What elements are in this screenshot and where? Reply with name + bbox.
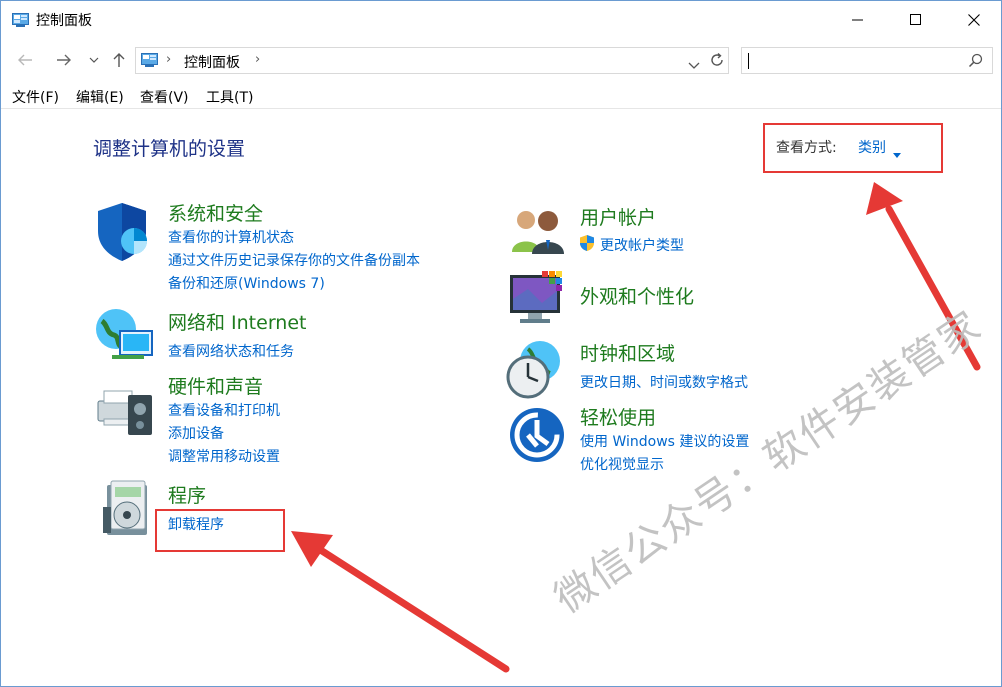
arrow-to-uninstall [291,531,510,673]
annotation-arrows [291,182,981,673]
control-panel-window: 控制面板 › 控制面板 › 文件(F) 编辑(E) 查看(V) 工具(T) 调整… [0,0,1002,687]
